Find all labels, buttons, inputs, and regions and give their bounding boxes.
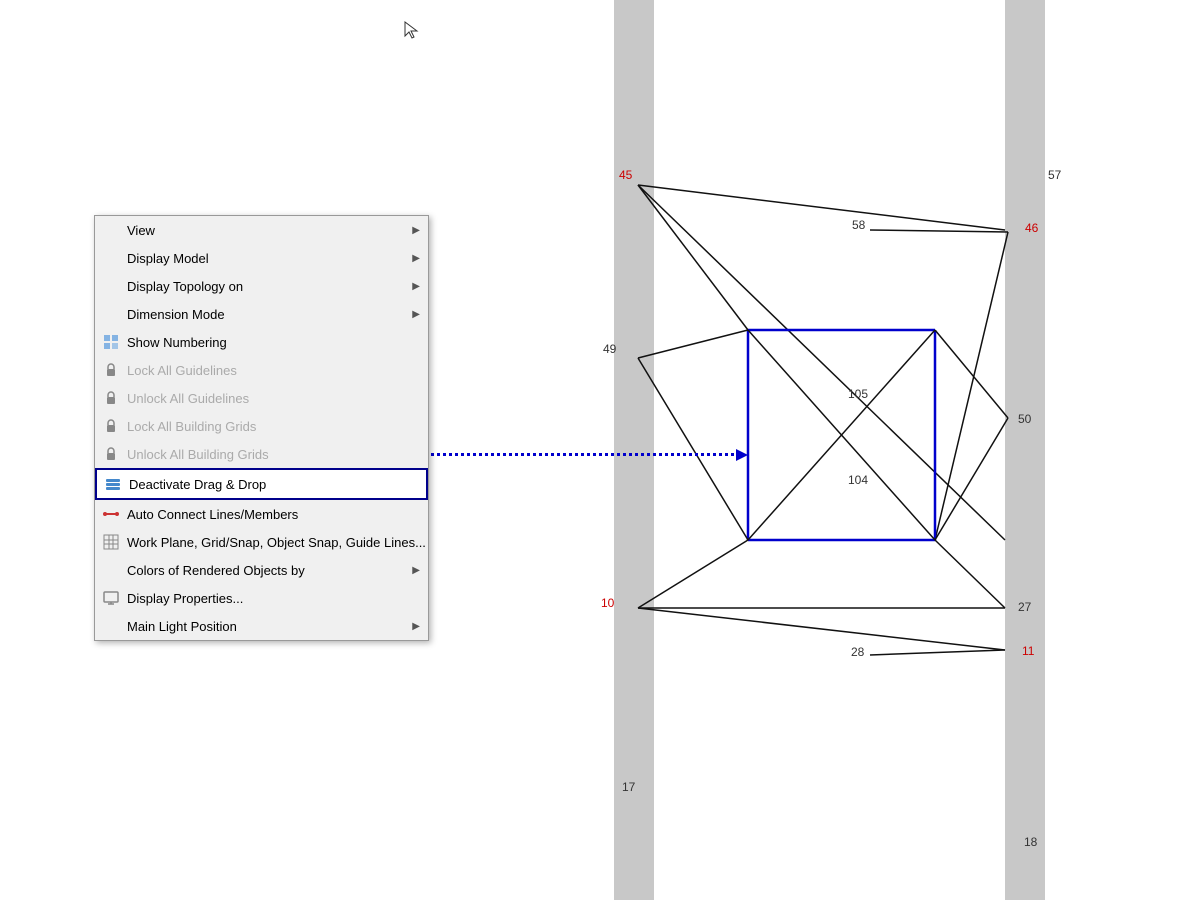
menu-label-auto-connect: Auto Connect Lines/Members [127,507,420,522]
menu-icon-view [101,220,121,240]
menu-label-lock-all-guidelines: Lock All Guidelines [127,363,420,378]
menu-label-deactivate-drag-drop: Deactivate Drag & Drop [129,477,418,492]
menu-label-work-plane: Work Plane, Grid/Snap, Object Snap, Guid… [127,535,426,550]
menu-icon-dimension-mode [101,304,121,324]
node-45: 45 [619,168,632,182]
node-18: 18 [1024,835,1037,849]
menu-icon-auto-connect [101,504,121,524]
menu-label-display-topology: Display Topology on [127,279,412,294]
node-49: 49 [603,342,616,356]
node-11: 11 [1022,644,1034,658]
menu-item-display-topology[interactable]: Display Topology on▶ [95,272,428,300]
context-menu: View▶Display Model▶Display Topology on▶D… [94,215,429,641]
menu-item-show-numbering[interactable]: Show Numbering [95,328,428,356]
menu-label-display-properties: Display Properties... [127,591,420,606]
menu-label-unlock-all-guidelines: Unlock All Guidelines [127,391,420,406]
menu-icon-colors-rendered [101,560,121,580]
menu-item-main-light[interactable]: Main Light Position▶ [95,612,428,640]
menu-item-display-model[interactable]: Display Model▶ [95,244,428,272]
menu-icon-lock-all-building-grids [101,416,121,436]
menu-label-unlock-all-building-grids: Unlock All Building Grids [127,447,420,462]
label-104: 104 [848,473,868,487]
submenu-arrow-main-light: ▶ [412,621,420,632]
menu-label-colors-rendered: Colors of Rendered Objects by [127,563,412,578]
menu-item-view[interactable]: View▶ [95,216,428,244]
menu-label-display-model: Display Model [127,251,412,266]
node-10: 10 [601,596,614,610]
menu-item-display-properties[interactable]: Display Properties... [95,584,428,612]
node-17: 17 [622,780,635,794]
menu-item-lock-all-building-grids[interactable]: Lock All Building Grids [95,412,428,440]
menu-item-dimension-mode[interactable]: Dimension Mode▶ [95,300,428,328]
label-28: 28 [851,645,864,659]
menu-icon-display-model [101,248,121,268]
submenu-arrow-colors-rendered: ▶ [412,565,420,576]
menu-icon-display-topology [101,276,121,296]
submenu-arrow-dimension-mode: ▶ [412,309,420,320]
menu-icon-work-plane [101,532,121,552]
submenu-arrow-display-topology: ▶ [412,281,420,292]
node-50: 50 [1018,412,1031,426]
menu-icon-unlock-all-guidelines [101,388,121,408]
menu-label-main-light: Main Light Position [127,619,412,634]
node-27: 27 [1018,600,1031,614]
menu-item-lock-all-guidelines[interactable]: Lock All Guidelines [95,356,428,384]
menu-item-deactivate-drag-drop[interactable]: Deactivate Drag & Drop [95,468,428,500]
submenu-arrow-display-model: ▶ [412,253,420,264]
menu-item-unlock-all-guidelines[interactable]: Unlock All Guidelines [95,384,428,412]
menu-item-auto-connect[interactable]: Auto Connect Lines/Members [95,500,428,528]
menu-icon-unlock-all-building-grids [101,444,121,464]
menu-icon-deactivate-drag-drop [103,474,123,494]
menu-icon-main-light [101,616,121,636]
menu-label-dimension-mode: Dimension Mode [127,307,412,322]
label-105: 105 [848,387,868,401]
menu-label-show-numbering: Show Numbering [127,335,420,350]
node-46: 46 [1025,221,1038,235]
menu-item-work-plane[interactable]: Work Plane, Grid/Snap, Object Snap, Guid… [95,528,428,556]
menu-label-lock-all-building-grids: Lock All Building Grids [127,419,420,434]
menu-label-view: View [127,223,412,238]
label-58: 58 [852,218,865,232]
submenu-arrow-view: ▶ [412,225,420,236]
menu-icon-show-numbering [101,332,121,352]
node-57: 57 [1048,168,1061,182]
menu-item-unlock-all-building-grids[interactable]: Unlock All Building Grids [95,440,428,468]
menu-icon-display-properties [101,588,121,608]
menu-icon-lock-all-guidelines [101,360,121,380]
menu-item-colors-rendered[interactable]: Colors of Rendered Objects by▶ [95,556,428,584]
